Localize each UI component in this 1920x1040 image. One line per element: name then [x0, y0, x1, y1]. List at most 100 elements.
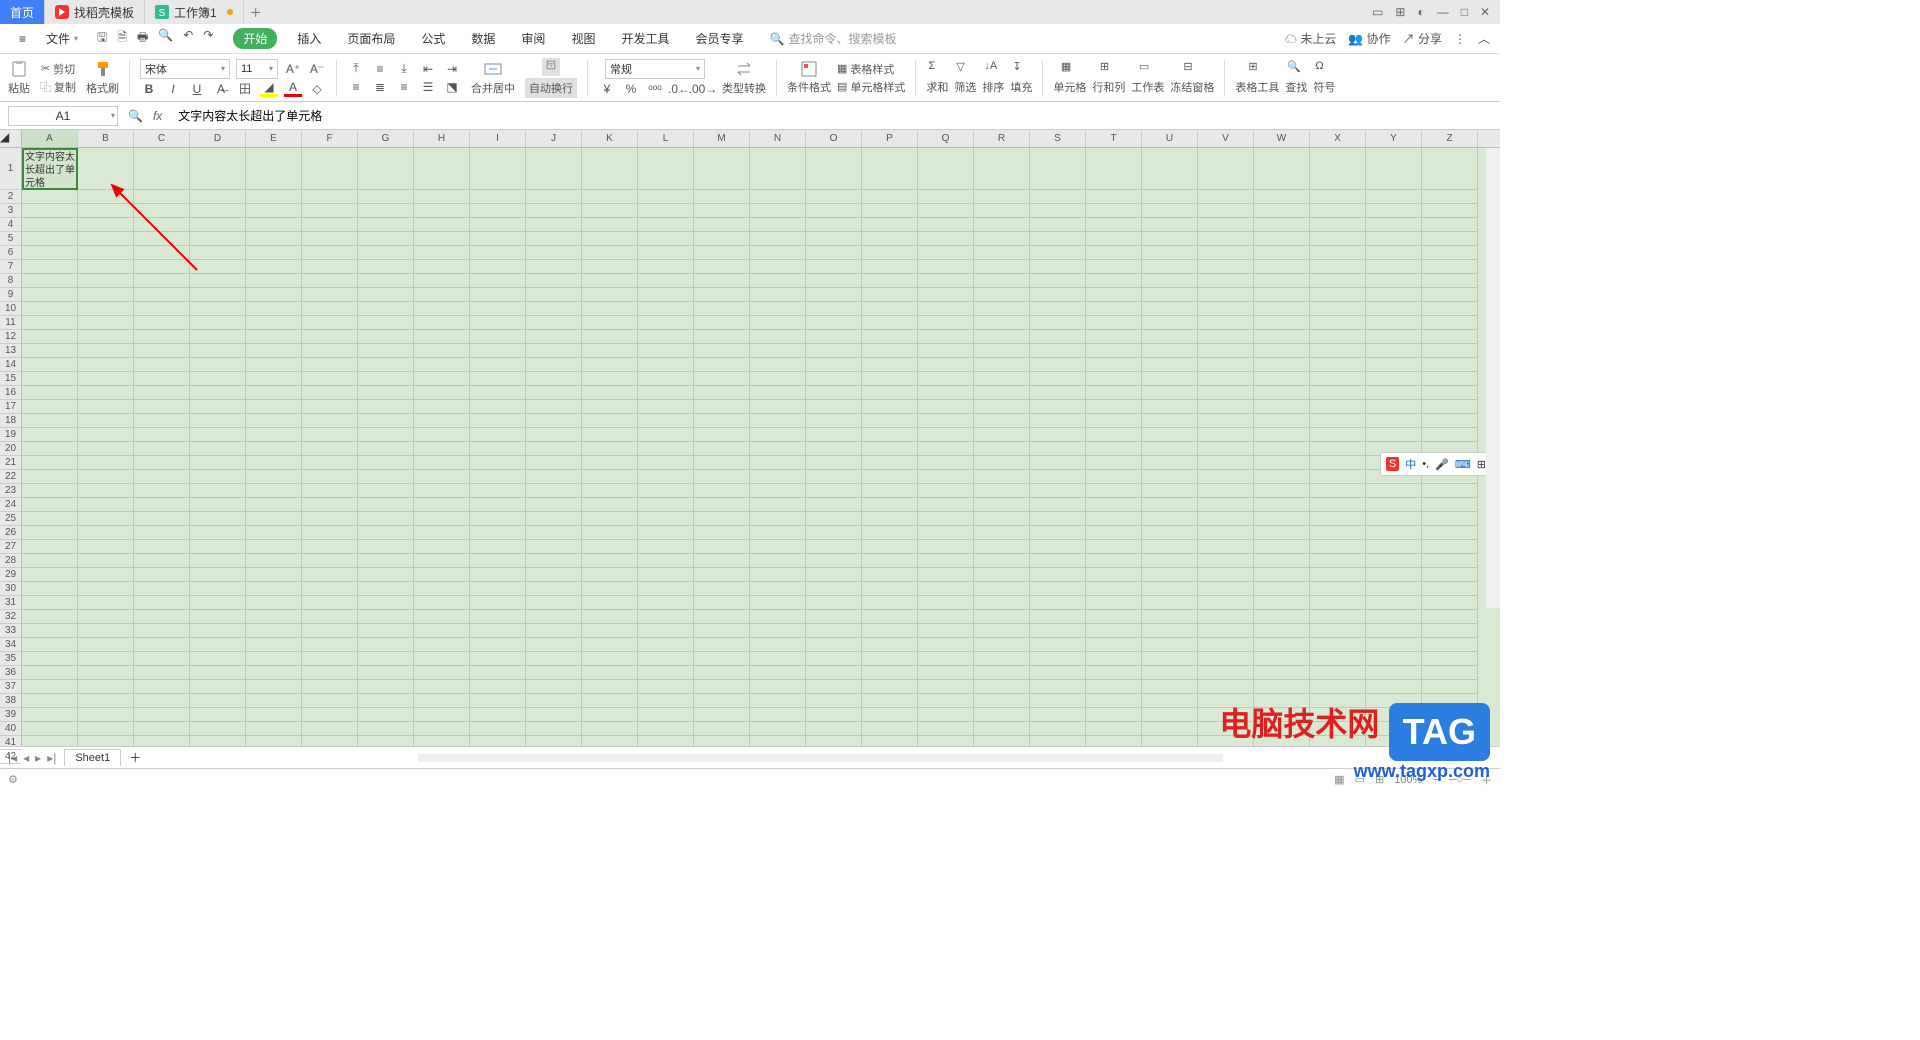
cell-T15[interactable] — [1086, 372, 1142, 386]
align-right-button[interactable]: ≡ — [395, 79, 413, 95]
cell-E36[interactable] — [246, 666, 302, 680]
cell-X7[interactable] — [1310, 260, 1366, 274]
table-tools-button[interactable]: ⊞表格工具 — [1235, 60, 1279, 95]
cell-H33[interactable] — [414, 624, 470, 638]
indent-increase-button[interactable]: ⇥ — [443, 61, 461, 77]
cell-I15[interactable] — [470, 372, 526, 386]
cell-B26[interactable] — [78, 526, 134, 540]
cell-C32[interactable] — [134, 610, 190, 624]
row-header-29[interactable]: 29 — [0, 568, 21, 582]
merge-icon[interactable] — [484, 60, 502, 78]
cell-O8[interactable] — [806, 274, 862, 288]
cell-F5[interactable] — [302, 232, 358, 246]
cell-Q3[interactable] — [918, 204, 974, 218]
cell-L37[interactable] — [638, 680, 694, 694]
ime-punct-icon[interactable]: •, — [1422, 458, 1429, 470]
cell-G17[interactable] — [358, 400, 414, 414]
cell-D41[interactable] — [190, 736, 246, 746]
cell-V9[interactable] — [1198, 288, 1254, 302]
cell-T39[interactable] — [1086, 708, 1142, 722]
cell-R20[interactable] — [974, 442, 1030, 456]
cell-B5[interactable] — [78, 232, 134, 246]
user-icon[interactable]: ◐ — [1417, 5, 1424, 19]
row-header-31[interactable]: 31 — [0, 596, 21, 610]
cell-F14[interactable] — [302, 358, 358, 372]
cell-C10[interactable] — [134, 302, 190, 316]
cell-I14[interactable] — [470, 358, 526, 372]
row-header-37[interactable]: 37 — [0, 680, 21, 694]
cell-X25[interactable] — [1310, 512, 1366, 526]
cell-U15[interactable] — [1142, 372, 1198, 386]
cell-J33[interactable] — [526, 624, 582, 638]
cell-E22[interactable] — [246, 470, 302, 484]
cell-U24[interactable] — [1142, 498, 1198, 512]
cell-A26[interactable] — [22, 526, 78, 540]
cell-R14[interactable] — [974, 358, 1030, 372]
cell-E27[interactable] — [246, 540, 302, 554]
cell-K3[interactable] — [582, 204, 638, 218]
row-header-20[interactable]: 20 — [0, 442, 21, 456]
cell-E23[interactable] — [246, 484, 302, 498]
cell-S22[interactable] — [1030, 470, 1086, 484]
cell-I10[interactable] — [470, 302, 526, 316]
cell-U36[interactable] — [1142, 666, 1198, 680]
cell-S24[interactable] — [1030, 498, 1086, 512]
hamburger-icon[interactable]: ≡ — [10, 29, 35, 49]
row-header-9[interactable]: 9 — [0, 288, 21, 302]
cell-X30[interactable] — [1310, 582, 1366, 596]
cell-F23[interactable] — [302, 484, 358, 498]
cell-V27[interactable] — [1198, 540, 1254, 554]
cell-B22[interactable] — [78, 470, 134, 484]
cell-W4[interactable] — [1254, 218, 1310, 232]
cell-G12[interactable] — [358, 330, 414, 344]
cell-Q34[interactable] — [918, 638, 974, 652]
redo-button[interactable]: ↷ — [203, 28, 213, 49]
cell-L10[interactable] — [638, 302, 694, 316]
cell-K18[interactable] — [582, 414, 638, 428]
cell-J2[interactable] — [526, 190, 582, 204]
cell-A23[interactable] — [22, 484, 78, 498]
cell-J20[interactable] — [526, 442, 582, 456]
cell-H6[interactable] — [414, 246, 470, 260]
cell-N10[interactable] — [750, 302, 806, 316]
cell-Y29[interactable] — [1366, 568, 1422, 582]
cell-C29[interactable] — [134, 568, 190, 582]
cell-A38[interactable] — [22, 694, 78, 708]
cell-W7[interactable] — [1254, 260, 1310, 274]
table-style-button[interactable]: ▦ 表格样式 — [837, 61, 905, 77]
cell-F13[interactable] — [302, 344, 358, 358]
cell-M6[interactable] — [694, 246, 750, 260]
cell-G7[interactable] — [358, 260, 414, 274]
bold-button[interactable]: B — [140, 81, 158, 97]
ribbon-tab-start[interactable]: 开始 — [233, 28, 277, 49]
cell-O34[interactable] — [806, 638, 862, 652]
cell-L25[interactable] — [638, 512, 694, 526]
cell-Q1[interactable] — [918, 148, 974, 190]
cell-A6[interactable] — [22, 246, 78, 260]
cell-N6[interactable] — [750, 246, 806, 260]
row-header-11[interactable]: 11 — [0, 316, 21, 330]
col-header-C[interactable]: C — [134, 130, 190, 147]
cell-F2[interactable] — [302, 190, 358, 204]
cell-Y34[interactable] — [1366, 638, 1422, 652]
cell-T12[interactable] — [1086, 330, 1142, 344]
cell-U14[interactable] — [1142, 358, 1198, 372]
cell-D20[interactable] — [190, 442, 246, 456]
cell-F9[interactable] — [302, 288, 358, 302]
cell-K38[interactable] — [582, 694, 638, 708]
col-header-I[interactable]: I — [470, 130, 526, 147]
cell-W17[interactable] — [1254, 400, 1310, 414]
cell-W10[interactable] — [1254, 302, 1310, 316]
cell-Z33[interactable] — [1422, 624, 1478, 638]
cell-Q11[interactable] — [918, 316, 974, 330]
cell-V28[interactable] — [1198, 554, 1254, 568]
cell-S39[interactable] — [1030, 708, 1086, 722]
cell-V23[interactable] — [1198, 484, 1254, 498]
cell-J6[interactable] — [526, 246, 582, 260]
cell-D32[interactable] — [190, 610, 246, 624]
cell-S13[interactable] — [1030, 344, 1086, 358]
cell-B12[interactable] — [78, 330, 134, 344]
cell-B25[interactable] — [78, 512, 134, 526]
sheet-prev-button[interactable]: ◂ — [23, 751, 29, 765]
cell-N28[interactable] — [750, 554, 806, 568]
